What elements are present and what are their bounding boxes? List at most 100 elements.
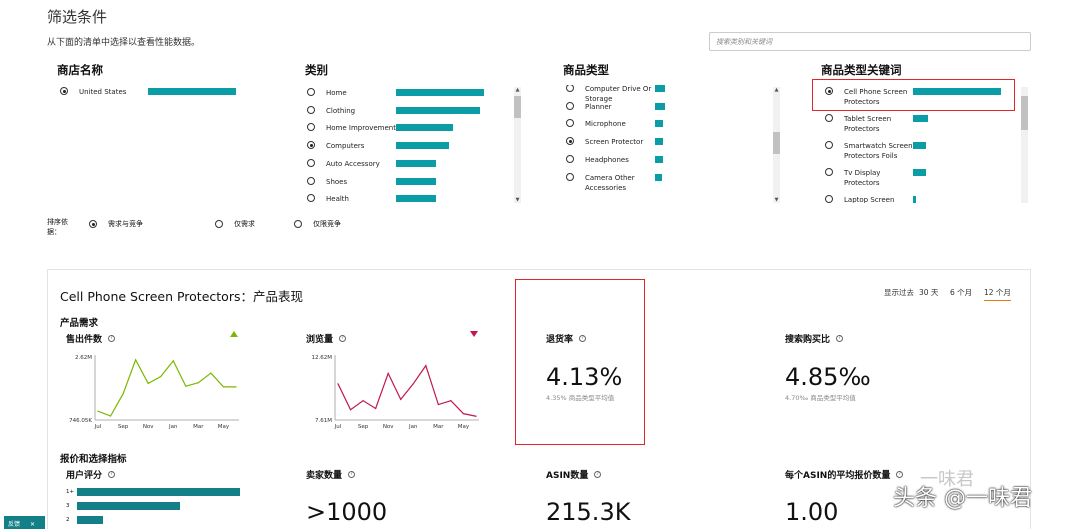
rating-bar — [77, 516, 104, 524]
data-point — [362, 400, 364, 402]
y-tick-label: 746.05K — [69, 418, 92, 424]
radio-icon[interactable] — [825, 195, 833, 203]
keyword-item[interactable]: Tv Display Protectors — [825, 168, 913, 188]
category-item-label: Home Improvement — [326, 124, 396, 133]
trend-up-icon — [230, 331, 238, 337]
scroll-down-icon[interactable]: ▼ — [773, 197, 780, 203]
rating-bar-label: 1+ — [66, 489, 75, 495]
sort-option-demand[interactable]: 仅需求 — [215, 219, 255, 229]
category-item[interactable]: Home — [307, 88, 397, 98]
keyword-item[interactable]: Laptop Screen — [825, 195, 913, 203]
keyword-scrollbar[interactable] — [1021, 87, 1028, 203]
page-title: 筛选条件 — [47, 8, 108, 26]
scroll-down-icon[interactable]: ▼ — [514, 197, 521, 203]
help-icon[interactable]: ? — [348, 471, 356, 478]
category-share-bar — [396, 177, 437, 185]
help-icon[interactable]: ? — [108, 471, 116, 478]
radio-icon[interactable] — [307, 176, 315, 185]
scroll-up-icon[interactable]: ▲ — [773, 87, 780, 93]
sort-option-competition[interactable]: 仅限竞争 — [294, 219, 341, 229]
product_type-item[interactable]: Microphone — [566, 119, 656, 129]
radio-icon[interactable] — [566, 85, 574, 92]
radio-icon[interactable] — [307, 105, 315, 114]
period-6m[interactable]: 6 个月 — [950, 287, 972, 298]
data-point — [387, 372, 389, 375]
radio-icon[interactable] — [215, 220, 223, 228]
category-item[interactable]: Health — [307, 194, 397, 203]
product_type-item-label: Microphone — [585, 120, 626, 129]
help-icon[interactable]: ? — [896, 471, 904, 478]
category-list: Home Clothing Home Improvement Computers Aut… — [307, 85, 512, 203]
radio-icon[interactable] — [307, 88, 315, 96]
product_type-share-bar — [655, 155, 663, 163]
sort-option-demand-competition[interactable]: 需求与竞争 — [89, 219, 143, 229]
asin-count-value: 215.3K — [546, 498, 631, 526]
x-tick-label: Nov — [383, 424, 394, 430]
period-12m[interactable]: 12 个月 — [984, 287, 1011, 301]
x-tick-label: Jul — [94, 424, 102, 430]
product-type-scrollbar[interactable]: ▲ ▼ — [773, 87, 780, 203]
panel-title: Cell Phone Screen Protectors：产品表现 — [60, 289, 303, 304]
x-tick-label: Jul — [334, 424, 342, 430]
radio-icon[interactable] — [825, 141, 833, 149]
scroll-thumb[interactable] — [1021, 96, 1028, 130]
data-point — [437, 403, 439, 406]
store-item[interactable]: United States — [60, 87, 150, 97]
help-icon[interactable]: ? — [836, 335, 844, 342]
category-item-label: Shoes — [326, 177, 348, 186]
sellers-value: >1000 — [306, 498, 388, 526]
keyword-share-bar — [913, 169, 927, 176]
page-views-label: 浏览量? — [306, 332, 347, 345]
category-item[interactable]: Clothing — [307, 105, 397, 116]
radio-icon[interactable] — [307, 194, 315, 203]
product_type-item[interactable]: Planner — [566, 101, 656, 112]
radio-icon[interactable] — [825, 114, 833, 122]
scroll-thumb[interactable] — [773, 132, 780, 154]
scroll-up-icon[interactable]: ▲ — [514, 87, 521, 93]
radio-icon[interactable] — [307, 123, 315, 132]
data-point — [135, 359, 137, 361]
radio-icon[interactable] — [825, 168, 833, 176]
period-30d[interactable]: 30 天 — [919, 287, 938, 298]
help-icon[interactable]: ? — [108, 335, 116, 342]
x-tick-label: Sep — [358, 424, 369, 430]
help-icon[interactable]: ? — [339, 335, 347, 342]
search-ratio-value: 4.85‰ — [785, 363, 871, 391]
product_type-item[interactable]: Camera Other Accessories — [566, 172, 656, 193]
category-item[interactable]: Auto Accessory — [307, 158, 397, 169]
data-point — [349, 409, 352, 411]
keyword-item-label: Tablet Screen Protectors — [844, 115, 892, 133]
category-item[interactable]: Shoes — [307, 176, 397, 187]
search-input[interactable]: 搜索类别和关键词 — [709, 32, 1031, 51]
radio-icon[interactable] — [566, 119, 574, 128]
product_type-share-bar — [655, 138, 663, 146]
keyword-item[interactable]: Smartwatch Screen Protectors Foils — [825, 141, 913, 161]
radio-icon[interactable] — [307, 141, 315, 150]
category-scrollbar[interactable]: ▲ ▼ — [514, 87, 521, 203]
help-icon[interactable]: ? — [594, 471, 602, 478]
category-item[interactable]: Computers — [307, 141, 397, 151]
category-item[interactable]: Home Improvement — [307, 123, 397, 133]
keyword-item[interactable]: Tablet Screen Protectors — [825, 114, 913, 134]
scroll-thumb[interactable] — [514, 96, 521, 118]
keyword-share-bar — [913, 142, 927, 149]
keyword-highlight-box — [812, 79, 1015, 111]
radio-icon[interactable] — [566, 137, 574, 146]
radio-icon[interactable] — [89, 220, 97, 228]
data-point — [375, 407, 377, 410]
radio-icon[interactable] — [566, 172, 574, 181]
category-heading: 类别 — [305, 63, 328, 77]
product_type-share-bar — [655, 120, 663, 128]
radio-icon[interactable] — [307, 158, 315, 167]
product_type-item[interactable]: Headphones — [566, 154, 656, 165]
radio-icon[interactable] — [60, 87, 68, 95]
data-point — [235, 386, 237, 388]
radio-icon[interactable] — [566, 101, 574, 110]
rating-label: 用户评分? — [66, 468, 116, 481]
radio-icon[interactable] — [294, 220, 302, 228]
radio-icon[interactable] — [566, 154, 574, 163]
product_type-item[interactable]: Screen Protector — [566, 137, 656, 147]
category-item-label: Computers — [326, 142, 365, 151]
feedback-button[interactable]: 反馈 ✕ — [4, 516, 45, 529]
demand-section-title: 产品需求 — [60, 318, 99, 329]
